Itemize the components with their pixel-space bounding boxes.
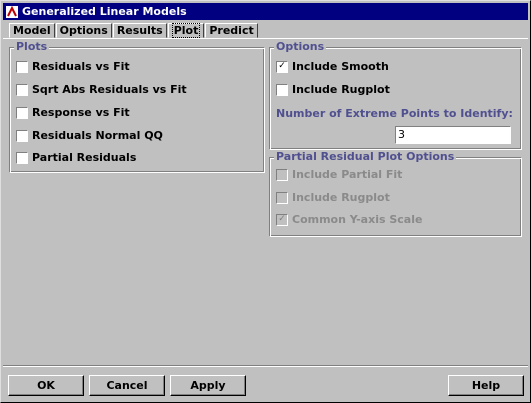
- checkbox-label: Include Smooth: [292, 60, 389, 73]
- checkbox-box: [16, 106, 28, 119]
- plots-legend: Plots: [14, 40, 50, 53]
- checkbox-label: Include Rugplot: [292, 83, 390, 96]
- checkbox-box: [276, 168, 288, 181]
- tab-plot[interactable]: Plot: [167, 23, 205, 38]
- partial-residuals-checkbox[interactable]: Partial Residuals: [16, 151, 136, 164]
- tab-options[interactable]: Options: [55, 23, 112, 38]
- cancel-button[interactable]: Cancel: [89, 375, 165, 396]
- checkbox-box: [276, 83, 288, 96]
- title-bar[interactable]: Generalized Linear Models: [3, 3, 528, 20]
- checkbox-label: Common Y-axis Scale: [292, 213, 423, 226]
- options-legend: Options: [274, 40, 327, 53]
- tab-plot-label: Plot: [171, 23, 201, 38]
- checkbox-label: Response vs Fit: [32, 106, 130, 119]
- options-group: Options ✓ Include Smooth Include Rugplot…: [269, 40, 522, 150]
- app-icon: [6, 5, 18, 18]
- checkbox-label: Include Partial Fit: [292, 168, 403, 181]
- extreme-points-input[interactable]: 3: [395, 126, 511, 144]
- checkbox-label: Partial Residuals: [32, 151, 137, 164]
- tab-results[interactable]: Results: [112, 23, 167, 38]
- checkbox-box: [16, 129, 28, 142]
- plot-tab-panel: Plots Residuals vs Fit Sqrt Abs Residual…: [3, 38, 528, 364]
- dialog-window: Generalized Linear Models Model Options …: [0, 0, 531, 403]
- checkbox-box: [276, 191, 288, 204]
- checkbox-box: [16, 151, 28, 164]
- apply-button[interactable]: Apply: [170, 375, 246, 396]
- checkbox-label: Residuals Normal QQ: [32, 129, 163, 142]
- extreme-points-label: Number of Extreme Points to Identify:: [276, 107, 513, 120]
- response-vs-fit-checkbox[interactable]: Response vs Fit: [16, 106, 130, 119]
- common-y-axis-checkbox[interactable]: ✓ Common Y-axis Scale: [276, 213, 422, 226]
- include-smooth-checkbox[interactable]: ✓ Include Smooth: [276, 60, 389, 73]
- partial-residual-options-group: Partial Residual Plot Options Include Pa…: [269, 150, 522, 237]
- tab-predict[interactable]: Predict: [205, 23, 258, 38]
- include-partial-fit-checkbox[interactable]: Include Partial Fit: [276, 168, 402, 181]
- checkmark-icon: ✓: [276, 213, 288, 226]
- window-title: Generalized Linear Models: [22, 5, 187, 18]
- button-separator: [3, 365, 528, 367]
- include-rugplot-partial-checkbox[interactable]: Include Rugplot: [276, 191, 390, 204]
- residuals-normal-qq-checkbox[interactable]: Residuals Normal QQ: [16, 129, 163, 142]
- checkbox-box: [16, 83, 28, 96]
- checkbox-label: Sqrt Abs Residuals vs Fit: [32, 83, 187, 96]
- tab-model[interactable]: Model: [9, 23, 55, 38]
- include-rugplot-checkbox[interactable]: Include Rugplot: [276, 83, 390, 96]
- checkbox-label: Include Rugplot: [292, 191, 390, 204]
- plots-group: Plots Residuals vs Fit Sqrt Abs Residual…: [9, 40, 265, 173]
- checkmark-icon: ✓: [276, 60, 288, 73]
- checkbox-label: Residuals vs Fit: [32, 60, 130, 73]
- checkbox-box: [16, 60, 28, 73]
- residuals-vs-fit-checkbox[interactable]: Residuals vs Fit: [16, 60, 130, 73]
- ok-button[interactable]: OK: [8, 375, 84, 396]
- partial-residual-legend: Partial Residual Plot Options: [274, 150, 457, 163]
- help-button[interactable]: Help: [448, 375, 524, 396]
- tab-bar: Model Options Results Plot Predict: [9, 23, 259, 38]
- sqrt-abs-residuals-checkbox[interactable]: Sqrt Abs Residuals vs Fit: [16, 83, 187, 96]
